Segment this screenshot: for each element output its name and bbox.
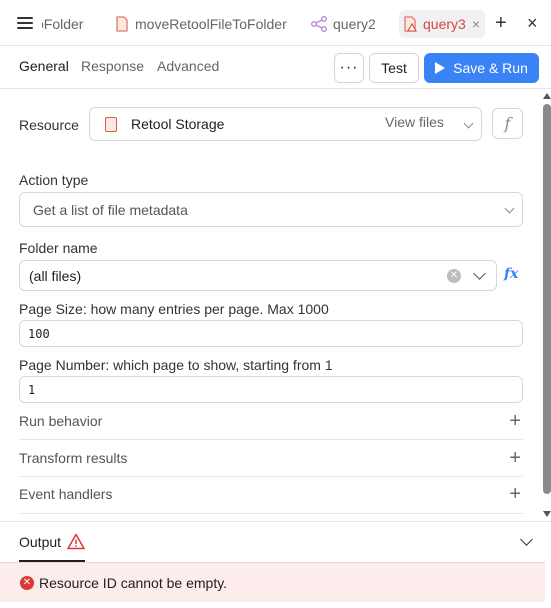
clear-icon[interactable]: ✕: [447, 269, 461, 283]
event-handlers-title: Event handlers: [19, 486, 113, 502]
tab-general[interactable]: General: [19, 58, 69, 74]
plus-icon[interactable]: +: [509, 448, 521, 468]
page-number-value: 1: [28, 383, 36, 397]
close-icon[interactable]: ×: [472, 16, 480, 32]
view-files-link[interactable]: View files: [385, 114, 444, 130]
page-size-label: Page Size: how many entries per page. Ma…: [19, 301, 329, 317]
folder-name-label: Folder name: [19, 240, 98, 256]
save-and-run-button[interactable]: Save & Run: [424, 53, 539, 83]
run-behavior-section[interactable]: Run behavior +: [19, 403, 523, 440]
transform-results-title: Transform results: [19, 450, 128, 466]
run-behavior-title: Run behavior: [19, 413, 103, 429]
folder-name-value: (all files): [29, 268, 82, 284]
function-icon: f: [504, 114, 511, 133]
tab-label: query2: [333, 16, 376, 32]
play-icon: [435, 62, 446, 74]
tab-move-retool-file-to-folder[interactable]: moveRetoolFileToFolder: [115, 10, 287, 38]
resource-label: Resource: [19, 117, 79, 133]
tab-folder-query[interactable]: oFolder: [42, 10, 102, 38]
more-options-button[interactable]: ···: [334, 53, 364, 83]
folder-name-select[interactable]: (all files) ✕: [19, 260, 497, 291]
resource-value: Retool Storage: [131, 116, 225, 132]
tab-query3[interactable]: query3 ×: [399, 10, 485, 38]
file-icon: [116, 16, 128, 32]
tab-label: query3: [423, 16, 466, 32]
add-tab-button[interactable]: +: [495, 13, 507, 33]
save-and-run-label: Save & Run: [453, 60, 528, 76]
action-type-value: Get a list of file metadata: [33, 202, 188, 218]
resource-select[interactable]: Retool Storage View files: [89, 107, 482, 141]
scroll-up-arrow[interactable]: [543, 93, 551, 99]
chevron-down-icon: [504, 203, 515, 214]
output-divider: [0, 521, 551, 522]
tab-response[interactable]: Response: [81, 58, 144, 74]
tab-advanced[interactable]: Advanced: [157, 58, 219, 74]
page-number-label: Page Number: which page to show, startin…: [19, 357, 333, 373]
error-banner: ✕ Resource ID cannot be empty.: [0, 562, 545, 602]
file-warning-icon: [404, 16, 417, 32]
tab-label: moveRetoolFileToFolder: [135, 16, 287, 32]
error-icon: ✕: [20, 576, 34, 590]
error-message: Resource ID cannot be empty.: [39, 575, 228, 591]
output-title[interactable]: Output: [19, 534, 61, 550]
transform-results-section[interactable]: Transform results +: [19, 440, 523, 477]
chevron-down-icon[interactable]: [520, 533, 533, 546]
tab-query2[interactable]: query2: [311, 10, 376, 38]
test-button-label: Test: [381, 60, 407, 76]
scroll-down-arrow[interactable]: [543, 511, 551, 517]
page-number-input[interactable]: 1: [19, 376, 523, 403]
retool-storage-icon: [105, 117, 117, 132]
more-icon: ···: [339, 59, 359, 76]
action-type-label: Action type: [19, 172, 89, 188]
close-panel-icon[interactable]: ×: [527, 13, 538, 33]
scrollbar-thumb[interactable]: [543, 104, 551, 494]
page-size-value: 100: [28, 327, 50, 341]
plus-icon[interactable]: +: [509, 484, 521, 504]
query-tab-bar: oFolder moveRetoolFileToFolder query2 qu…: [0, 0, 551, 46]
event-handlers-section[interactable]: Event handlers +: [19, 477, 523, 514]
action-type-select[interactable]: Get a list of file metadata: [19, 192, 523, 227]
share-nodes-icon: [311, 16, 327, 32]
page-size-input[interactable]: 100: [19, 320, 523, 347]
fx-icon[interactable]: fx: [504, 266, 518, 282]
function-toggle-button[interactable]: f: [492, 108, 523, 139]
chevron-down-icon[interactable]: [473, 267, 486, 280]
test-button[interactable]: Test: [369, 53, 419, 83]
warning-icon: [67, 533, 85, 550]
query-editor-header: General Response Advanced ··· Test Save …: [0, 46, 551, 89]
hamburger-icon[interactable]: [17, 17, 33, 29]
chevron-down-icon: [463, 118, 474, 129]
plus-icon[interactable]: +: [509, 411, 521, 431]
tab-label: oFolder: [42, 16, 84, 32]
